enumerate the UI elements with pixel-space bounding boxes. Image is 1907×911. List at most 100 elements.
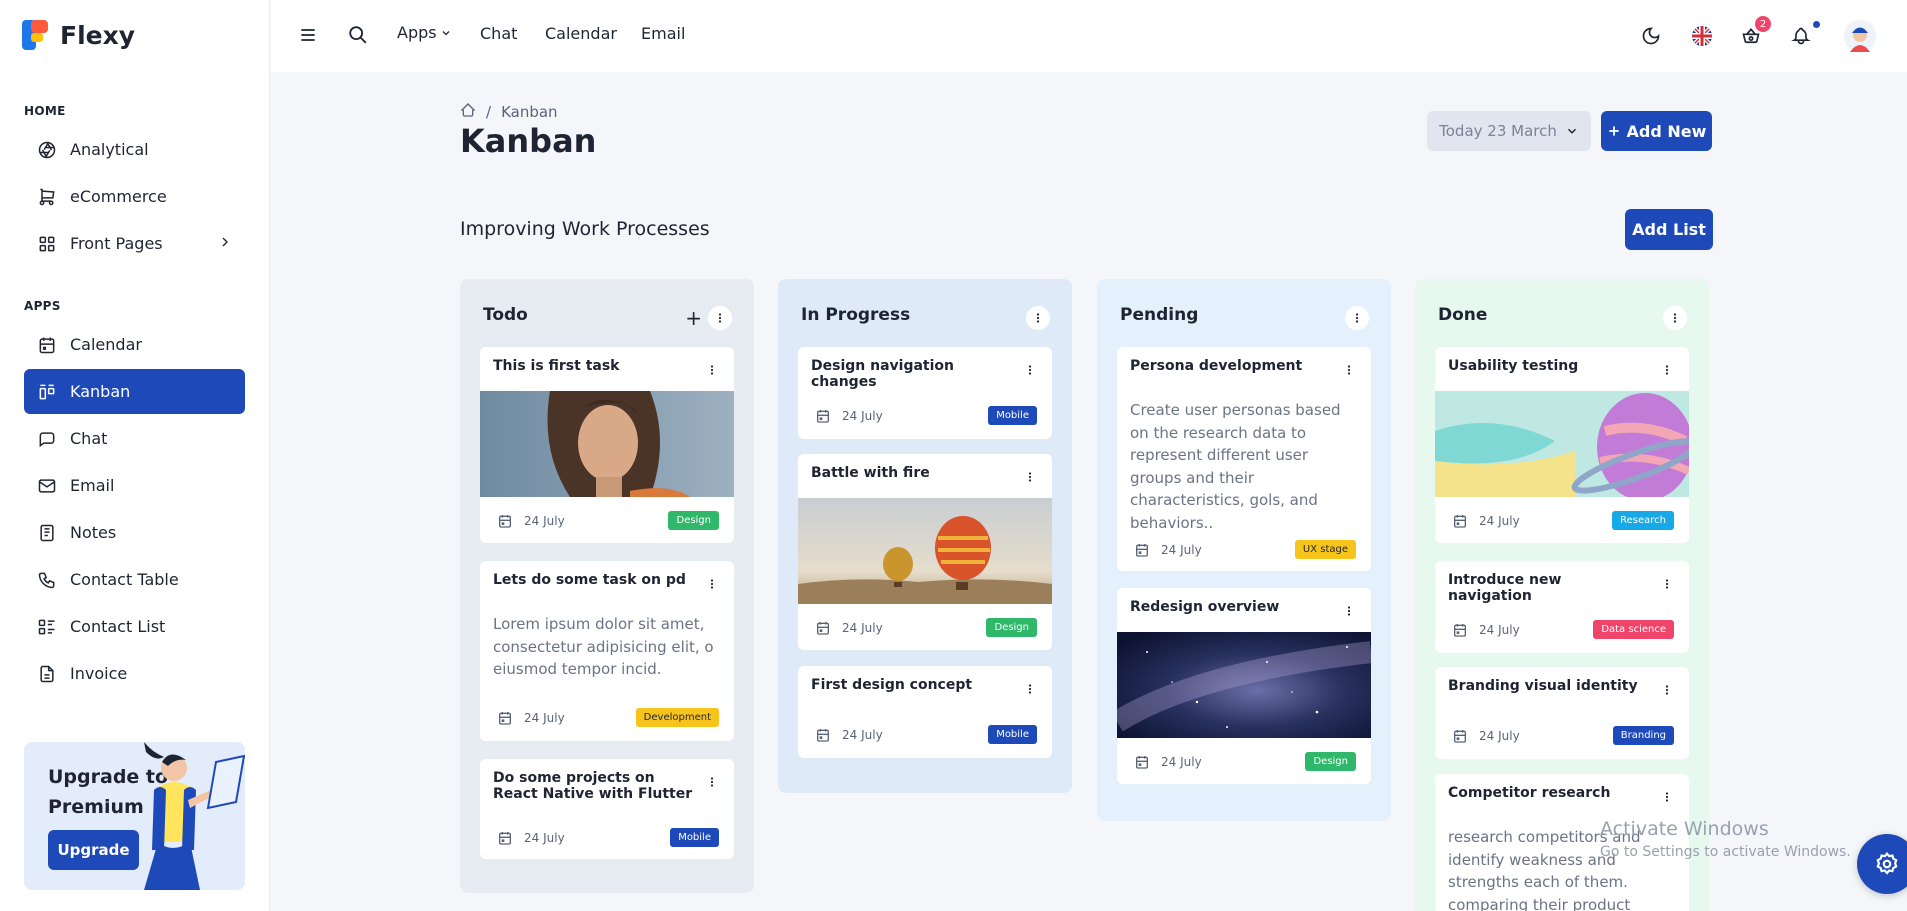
nav-apps-dropdown[interactable]: Apps <box>397 23 452 42</box>
card-menu-icon[interactable] <box>706 575 718 594</box>
mail-icon <box>36 475 58 497</box>
card-menu-icon[interactable] <box>1343 361 1355 380</box>
section-label-home: HOME <box>24 104 66 118</box>
card-date-text: 24 July <box>842 408 883 423</box>
sidebar-item-email[interactable]: Email <box>24 463 245 508</box>
kanban-card[interactable]: First design concept 24 July Mobile <box>798 666 1052 758</box>
sidebar-item-label: eCommerce <box>70 187 167 206</box>
kanban-card[interactable]: Usability testing 24 July Research <box>1435 347 1689 543</box>
kanban-column-pending: Pending Persona development Create user … <box>1097 279 1391 821</box>
card-menu-icon[interactable] <box>1343 602 1355 621</box>
kanban-card[interactable]: Do some projects on React Native with Fl… <box>480 759 734 859</box>
column-menu-icon[interactable] <box>1663 306 1687 330</box>
invoice-icon <box>36 663 58 685</box>
kanban-card[interactable]: Competitor research research competitors… <box>1435 774 1689 911</box>
calendar-icon <box>36 334 58 356</box>
sidebar-item-contact-table[interactable]: Contact Table <box>24 557 245 602</box>
kanban-card[interactable]: Redesign overview 24 July Design <box>1117 588 1371 784</box>
notes-icon <box>36 522 58 544</box>
sidebar-item-ecommerce[interactable]: eCommerce <box>24 174 245 219</box>
kanban-card[interactable]: Persona development Create user personas… <box>1117 347 1371 571</box>
sidebar-item-notes[interactable]: Notes <box>24 510 245 555</box>
card-menu-icon[interactable] <box>1661 788 1673 807</box>
card-menu-icon[interactable] <box>1661 575 1673 594</box>
column-title: Pending <box>1120 305 1199 325</box>
bell-icon[interactable] <box>1791 26 1811 50</box>
sidebar-item-label: Email <box>70 476 115 495</box>
card-menu-icon[interactable] <box>706 773 718 792</box>
menu-icon[interactable] <box>298 24 318 50</box>
add-list-button[interactable]: Add List <box>1625 209 1713 250</box>
sidebar-item-label: Kanban <box>70 382 131 401</box>
card-title: Branding visual identity <box>1448 678 1638 694</box>
column-title: In Progress <box>801 305 911 325</box>
card-date: 24 July <box>1452 622 1520 638</box>
card-title: First design concept <box>811 677 973 693</box>
kanban-card[interactable]: Battle with fire 24 July Design <box>798 454 1052 650</box>
date-select-button[interactable]: Today 23 March <box>1427 111 1591 151</box>
card-date: 24 July <box>1134 754 1202 770</box>
phone-icon <box>36 569 58 591</box>
sidebar-item-analytical[interactable]: Analytical <box>24 127 245 172</box>
moon-icon[interactable] <box>1641 26 1661 50</box>
sidebar: Flexy HOME Analytical eCommerce Front Pa… <box>0 0 270 911</box>
date-select-label: Today 23 March <box>1439 122 1557 140</box>
logo[interactable]: Flexy <box>22 20 135 50</box>
breadcrumb-separator: / <box>486 103 492 121</box>
section-label-apps: APPS <box>24 299 61 313</box>
search-icon[interactable] <box>347 24 369 50</box>
nav-email[interactable]: Email <box>641 24 685 43</box>
column-menu-icon[interactable] <box>708 306 732 330</box>
card-date-text: 24 July <box>524 710 565 725</box>
tag-badge: Research <box>1612 511 1674 530</box>
cart-count-badge: 2 <box>1755 16 1771 32</box>
column-menu-icon[interactable] <box>1345 306 1369 330</box>
card-menu-icon[interactable] <box>1024 468 1036 487</box>
avatar[interactable] <box>1844 20 1876 56</box>
chevron-down-icon <box>1567 128 1576 134</box>
settings-fab[interactable] <box>1857 834 1907 894</box>
add-task-icon[interactable]: + <box>685 306 702 330</box>
tag-badge: Development <box>635 708 719 727</box>
sidebar-item-contact-list[interactable]: Contact List <box>24 604 245 649</box>
uk-flag-icon[interactable] <box>1691 25 1713 51</box>
card-footer: 24 July Data science <box>1452 620 1674 639</box>
card-menu-icon[interactable] <box>1024 680 1036 699</box>
home-icon[interactable] <box>460 102 476 122</box>
sidebar-item-invoice[interactable]: Invoice <box>24 651 245 696</box>
calendar-icon <box>1454 623 1466 637</box>
card-menu-icon[interactable] <box>1661 361 1673 380</box>
card-date-text: 24 July <box>1479 728 1520 743</box>
add-new-button[interactable]: Add New <box>1601 111 1712 151</box>
kanban-card[interactable]: Lets do some task on pd Lorem ipsum dolo… <box>480 561 734 741</box>
calendar-icon <box>1136 755 1148 769</box>
nav-chat[interactable]: Chat <box>480 24 517 43</box>
kanban-card[interactable]: Design navigation changes 24 July Mobile <box>798 347 1052 439</box>
sidebar-item-kanban[interactable]: Kanban <box>24 369 245 414</box>
list-details-icon <box>36 616 58 638</box>
sidebar-item-chat[interactable]: Chat <box>24 416 245 461</box>
card-image-portrait <box>480 391 734 497</box>
calendar-icon <box>817 409 829 423</box>
kanban-column-in-progress: In Progress Design navigation changes 24… <box>778 279 1072 793</box>
plus-icon <box>1608 126 1619 136</box>
column-menu-icon[interactable] <box>1026 306 1050 330</box>
nav-calendar[interactable]: Calendar <box>545 24 617 43</box>
card-menu-icon[interactable] <box>706 361 718 380</box>
sidebar-item-calendar[interactable]: Calendar <box>24 322 245 367</box>
card-date: 24 July <box>815 727 883 743</box>
card-footer: 24 July Research <box>1452 511 1674 530</box>
kanban-card[interactable]: Branding visual identity 24 July Brandin… <box>1435 667 1689 759</box>
kanban-card[interactable]: This is first task 24 July Design <box>480 347 734 543</box>
kanban-column-todo: Todo + This is first task 24 July Design… <box>460 279 754 893</box>
card-menu-icon[interactable] <box>1024 361 1036 380</box>
kanban-card[interactable]: Introduce new navigation 24 July Data sc… <box>1435 561 1689 653</box>
card-menu-icon[interactable] <box>1661 681 1673 700</box>
tag-badge: Mobile <box>988 406 1037 425</box>
chevron-right-icon <box>217 234 233 254</box>
card-footer: 24 July UX stage <box>1134 540 1356 559</box>
sidebar-item-label: Calendar <box>70 335 142 354</box>
sidebar-item-front-pages[interactable]: Front Pages <box>24 221 245 266</box>
breadcrumb-current: Kanban <box>501 103 558 121</box>
tag-badge: Design <box>986 618 1037 637</box>
